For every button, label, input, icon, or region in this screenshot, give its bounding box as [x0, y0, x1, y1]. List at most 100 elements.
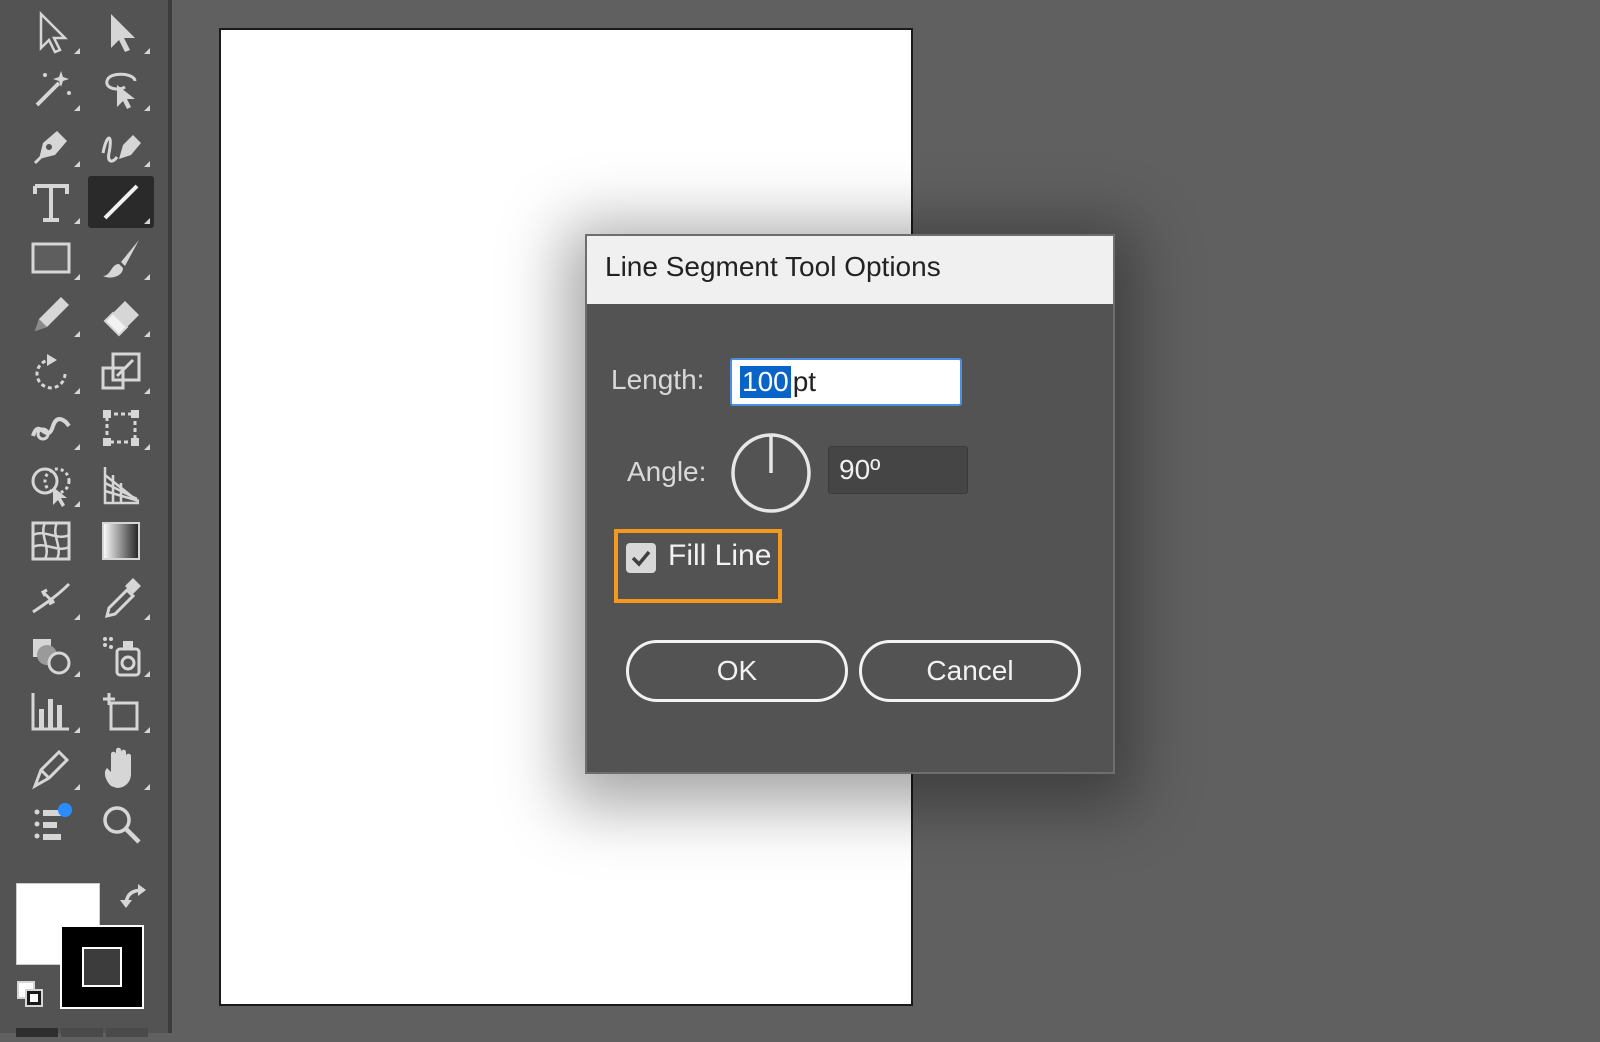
- tool-group-indicator: [74, 331, 80, 337]
- line-segment-tool[interactable]: [88, 175, 154, 228]
- stroke-color-swatch[interactable]: [60, 925, 144, 1009]
- length-input[interactable]: 100 pt: [730, 358, 962, 406]
- checkmark-icon: [631, 550, 651, 567]
- eyedropper-tool[interactable]: [88, 572, 154, 624]
- drawing-mode-strip: [16, 1024, 156, 1037]
- dialog-titlebar[interactable]: Line Segment Tool Options: [587, 236, 1113, 304]
- tool-group-indicator: [74, 670, 80, 677]
- artboard-icon: [103, 693, 139, 731]
- tool-group-indicator: [74, 500, 80, 507]
- lasso-icon: [105, 72, 137, 109]
- free-transform-tool[interactable]: [88, 402, 154, 454]
- paintbrush-tool[interactable]: [88, 232, 154, 284]
- width-icon: [32, 582, 71, 614]
- type-tool[interactable]: [18, 176, 84, 228]
- tool-group-indicator: [74, 274, 80, 281]
- stroke-inner-box: [82, 947, 122, 987]
- rectangle-icon: [31, 242, 71, 274]
- tool-group-indicator: [144, 161, 150, 168]
- mesh-icon: [31, 521, 71, 561]
- line-segment-tool-options-dialog: Line Segment Tool Options Length: 100 pt …: [585, 234, 1115, 774]
- ok-button[interactable]: OK: [626, 640, 848, 702]
- scale-icon: [101, 352, 141, 390]
- column-graph-tool[interactable]: [18, 685, 84, 737]
- pencil-tool[interactable]: [18, 289, 84, 341]
- tool-group-indicator: [144, 727, 150, 734]
- perspective-grid-tool[interactable]: [88, 459, 154, 511]
- cancel-button[interactable]: Cancel: [859, 640, 1081, 702]
- eyedropper-icon: [104, 578, 141, 619]
- tool-group-indicator: [144, 614, 150, 620]
- curvature-tool[interactable]: [88, 119, 154, 171]
- eraser-icon: [103, 301, 139, 337]
- curvature-pen-icon: [101, 135, 141, 163]
- paintbrush-icon: [103, 240, 139, 278]
- direct-selection-arrow-icon: [111, 14, 135, 52]
- gradient-tool[interactable]: [88, 515, 154, 567]
- tool-group-indicator: [144, 331, 150, 337]
- rotate-tool[interactable]: [18, 346, 84, 398]
- warp-icon: [31, 417, 71, 441]
- zoom-tool[interactable]: [88, 798, 154, 850]
- tool-group-indicator: [74, 161, 80, 168]
- width-tool[interactable]: [18, 572, 84, 624]
- tool-group-indicator: [144, 217, 150, 224]
- tool-group-indicator: [144, 783, 150, 790]
- zoom-icon: [103, 806, 141, 844]
- tool-group-indicator: [74, 444, 80, 451]
- selection-tool[interactable]: [18, 6, 84, 58]
- lasso-tool[interactable]: [88, 63, 154, 115]
- angle-dial[interactable]: [730, 432, 812, 514]
- shape-builder-icon: [31, 467, 71, 507]
- hand-tool[interactable]: [88, 742, 154, 794]
- tool-group-indicator: [74, 783, 80, 790]
- pen-icon: [33, 131, 67, 165]
- free-transform-icon: [103, 410, 139, 447]
- hand-icon: [104, 747, 131, 788]
- slice-icon: [32, 749, 70, 790]
- pencil-icon: [35, 297, 69, 331]
- symbol-sprayer-icon: [103, 636, 141, 677]
- rotate-icon: [35, 353, 67, 389]
- shape-builder-tool[interactable]: [18, 459, 84, 511]
- rectangle-tool[interactable]: [18, 232, 84, 284]
- eraser-tool[interactable]: [88, 289, 154, 341]
- blend-icon: [33, 638, 71, 675]
- gradient-icon: [102, 522, 140, 561]
- mesh-tool[interactable]: [18, 515, 84, 567]
- fill-line-label[interactable]: Fill Line: [668, 539, 771, 573]
- scale-tool[interactable]: [88, 346, 154, 398]
- artboard-tool[interactable]: [88, 685, 154, 737]
- edit-toolbar-icon: [34, 803, 72, 841]
- perspective-grid-icon: [103, 466, 140, 505]
- direct-selection-tool[interactable]: [88, 6, 154, 58]
- blend-tool[interactable]: [18, 629, 84, 681]
- tool-group-indicator: [144, 104, 150, 111]
- edit-toolbar[interactable]: [18, 798, 84, 850]
- tools-panel: [0, 0, 172, 1037]
- tool-group-indicator: [74, 727, 80, 734]
- magic-wand-icon: [35, 70, 71, 107]
- tool-group-indicator: [144, 444, 150, 451]
- tool-group-indicator: [74, 48, 80, 54]
- pen-tool[interactable]: [18, 119, 84, 171]
- tool-group-indicator: [144, 387, 150, 394]
- slice-tool[interactable]: [18, 742, 84, 794]
- angle-label: Angle:: [627, 456, 707, 487]
- angle-input[interactable]: 90º: [828, 446, 968, 494]
- symbol-sprayer-tool[interactable]: [88, 629, 154, 681]
- tool-group-indicator: [74, 614, 80, 620]
- default-fill-stroke-icon[interactable]: [16, 980, 46, 1010]
- warp-tool[interactable]: [18, 402, 84, 454]
- magic-wand-tool[interactable]: [18, 63, 84, 115]
- tool-group-indicator: [74, 217, 80, 224]
- type-icon: [33, 183, 69, 222]
- tool-group-indicator: [144, 274, 150, 281]
- dialog-title: Line Segment Tool Options: [605, 251, 941, 282]
- tool-group-indicator: [144, 670, 150, 677]
- selection-arrow-icon: [39, 10, 69, 54]
- line-segment-icon: [103, 184, 139, 220]
- fill-line-checkbox[interactable]: [626, 543, 656, 573]
- tool-group-indicator: [74, 387, 80, 394]
- swap-fill-stroke-icon[interactable]: [118, 880, 154, 916]
